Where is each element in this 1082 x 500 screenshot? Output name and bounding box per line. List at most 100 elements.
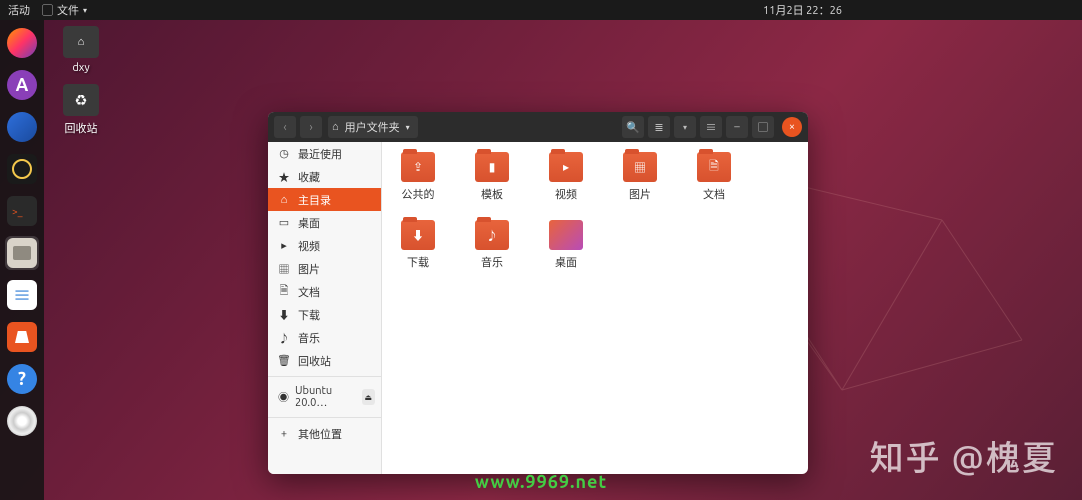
eject-button[interactable]: ⏏ bbox=[362, 389, 375, 405]
folder-icon: ▮ bbox=[475, 152, 509, 182]
folder-label: 公共的 bbox=[396, 186, 440, 202]
ubuntu-software-icon[interactable] bbox=[5, 320, 39, 354]
sidebar-icon: ⌂ bbox=[278, 194, 290, 206]
sidebar-home[interactable]: ⌂ 主目录 bbox=[268, 188, 381, 211]
sidebar-desktop[interactable]: ▭ 桌面 bbox=[268, 211, 381, 234]
clock-label[interactable]: 11月2日 22：26 bbox=[763, 2, 842, 18]
folder-label: 文档 bbox=[692, 186, 736, 202]
sidebar-music[interactable]: ♪ 音乐 bbox=[268, 326, 381, 349]
folder-label: 模板 bbox=[470, 186, 514, 202]
folder-videos[interactable]: ▸ 视频 bbox=[544, 152, 588, 202]
folder-label: 音乐 bbox=[470, 254, 514, 270]
forward-button[interactable]: › bbox=[300, 116, 322, 138]
dvd-drive-icon[interactable] bbox=[5, 404, 39, 438]
icon-label: dxy bbox=[56, 62, 106, 74]
folder-icon: ♪ bbox=[475, 220, 509, 250]
sidebar-icon: 🗎 bbox=[278, 282, 290, 301]
sidebar-trash[interactable]: 🗑 回收站 bbox=[268, 349, 381, 372]
home-folder-icon[interactable]: ⌂dxy bbox=[56, 26, 106, 74]
sidebar-recent[interactable]: ◷最近使用 bbox=[268, 142, 381, 165]
folder-downloads[interactable]: ⬇ 下载 bbox=[396, 220, 440, 270]
sidebar: ◷最近使用 ★ 收藏 ⌂ 主目录 ▭ 桌面 ▸ 视频 ▦ 图片 🗎 文档 ⬇ 下载 ♪ 音乐 🗑 回收站 ◉ Ubunt… bbox=[268, 142, 382, 474]
sidebar-icon: ▦ bbox=[278, 261, 290, 277]
other-locations-label: 其他位置 bbox=[298, 426, 342, 442]
titlebar: ‹ › ⌂ 用户文件夹 ▾ 🔍 ≣ ▾ ≡ – □ × bbox=[268, 112, 808, 142]
folder-pictures[interactable]: ▦ 图片 bbox=[618, 152, 662, 202]
folder-desktop[interactable]: 桌面 bbox=[544, 220, 588, 270]
app-name-label: 文件 bbox=[57, 2, 79, 18]
hamburger-menu-button[interactable]: ≡ bbox=[700, 116, 722, 138]
sidebar-label: 回收站 bbox=[298, 353, 331, 369]
files-window: ‹ › ⌂ 用户文件夹 ▾ 🔍 ≣ ▾ ≡ – □ × ◷最近使用 ★ 收藏 ⌂ 主目录… bbox=[268, 112, 808, 474]
sidebar-icon: ▸ bbox=[278, 239, 290, 252]
folder-label: 视频 bbox=[544, 186, 588, 202]
search-button[interactable]: 🔍 bbox=[622, 116, 644, 138]
folder-label: 下载 bbox=[396, 254, 440, 270]
top-panel: 活动 ▢ 文件 ▾ 11月2日 22：26 bbox=[0, 0, 1082, 20]
zhihu-watermark: 知乎 @槐夏 bbox=[870, 431, 1058, 480]
url-watermark: www.9969.net bbox=[475, 472, 607, 492]
software-center-icon[interactable]: A bbox=[5, 68, 39, 102]
folder-documents[interactable]: 🗎文档 bbox=[692, 152, 736, 202]
firefox-icon[interactable] bbox=[5, 26, 39, 60]
folder-public[interactable]: ⇪公共的 bbox=[396, 152, 440, 202]
sidebar-mount-ubuntu[interactable]: ◉ Ubuntu 20.0… ⏏ bbox=[268, 381, 381, 413]
folder-icon: ▢ bbox=[42, 2, 53, 18]
sidebar-label: 收藏 bbox=[298, 169, 320, 185]
sidebar-icon: ♪ bbox=[278, 330, 290, 346]
home-icon: ⌂ bbox=[332, 121, 339, 133]
sidebar-label: 图片 bbox=[298, 261, 320, 277]
sidebar-icon: ★ bbox=[278, 169, 290, 185]
help-icon[interactable]: ? bbox=[5, 362, 39, 396]
sidebar-pictures[interactable]: ▦ 图片 bbox=[268, 257, 381, 280]
minimize-button[interactable]: – bbox=[726, 116, 748, 138]
path-label: 用户文件夹 bbox=[345, 119, 400, 135]
sidebar-starred[interactable]: ★ 收藏 bbox=[268, 165, 381, 188]
files-icon[interactable] bbox=[5, 236, 39, 270]
close-button[interactable]: × bbox=[782, 117, 802, 137]
chevron-down-icon: ▾ bbox=[83, 6, 87, 15]
pathbar[interactable]: ⌂ 用户文件夹 ▾ bbox=[328, 116, 418, 138]
sidebar-label: 下载 bbox=[298, 307, 320, 323]
folder-icon bbox=[549, 220, 583, 250]
sidebar-videos[interactable]: ▸ 视频 bbox=[268, 234, 381, 257]
folder-icon: ⬇ bbox=[401, 220, 435, 250]
sidebar-label: 视频 bbox=[298, 238, 320, 254]
sidebar-icon: 🗑 bbox=[278, 354, 290, 367]
mount-label: Ubuntu 20.0… bbox=[295, 385, 356, 409]
icon-glyph: ♻ bbox=[63, 84, 99, 116]
folder-templates[interactable]: ▮ 模板 bbox=[470, 152, 514, 202]
view-menu-button[interactable]: ▾ bbox=[674, 116, 696, 138]
disc-icon: ◉ bbox=[278, 389, 289, 405]
icon-label: 回收站 bbox=[56, 120, 106, 136]
rhythmbox-icon[interactable] bbox=[5, 152, 39, 186]
folder-icon: ▦ bbox=[623, 152, 657, 182]
sidebar-icon: ▭ bbox=[278, 216, 290, 229]
sidebar-other-locations[interactable]: + 其他位置 bbox=[268, 422, 381, 445]
sidebar-icon: ◷ bbox=[278, 147, 290, 160]
view-toggle-button[interactable]: ≣ bbox=[648, 116, 670, 138]
libreoffice-writer-icon[interactable]: ≡ bbox=[5, 278, 39, 312]
plus-icon: + bbox=[278, 428, 290, 440]
sidebar-label: 主目录 bbox=[298, 192, 331, 208]
thunderbird-icon[interactable] bbox=[5, 110, 39, 144]
terminal-icon[interactable]: >_ bbox=[5, 194, 39, 228]
sidebar-icon: ⬇ bbox=[278, 307, 290, 323]
folder-label: 桌面 bbox=[544, 254, 588, 270]
back-button[interactable]: ‹ bbox=[274, 116, 296, 138]
folder-music[interactable]: ♪ 音乐 bbox=[470, 220, 514, 270]
activities-button[interactable]: 活动 bbox=[8, 2, 30, 18]
sidebar-documents[interactable]: 🗎 文档 bbox=[268, 280, 381, 303]
folder-icon: ▸ bbox=[549, 152, 583, 182]
chevron-down-icon: ▾ bbox=[406, 123, 410, 132]
folder-label: 图片 bbox=[618, 186, 662, 202]
sidebar-label: 桌面 bbox=[298, 215, 320, 231]
app-menu[interactable]: ▢ 文件 ▾ bbox=[42, 2, 87, 18]
sidebar-label: 文档 bbox=[298, 284, 320, 300]
dock: A >_ ≡? bbox=[0, 20, 44, 500]
sidebar-label: 音乐 bbox=[298, 330, 320, 346]
maximize-button[interactable]: □ bbox=[752, 116, 774, 138]
trash-icon[interactable]: ♻ 回收站 bbox=[56, 84, 106, 136]
folder-grid: ⇪公共的 ▮ 模板 ▸ 视频 ▦ 图片 🗎文档 ⬇ 下载 ♪ 音乐 桌面 bbox=[382, 142, 808, 474]
sidebar-downloads[interactable]: ⬇ 下载 bbox=[268, 303, 381, 326]
